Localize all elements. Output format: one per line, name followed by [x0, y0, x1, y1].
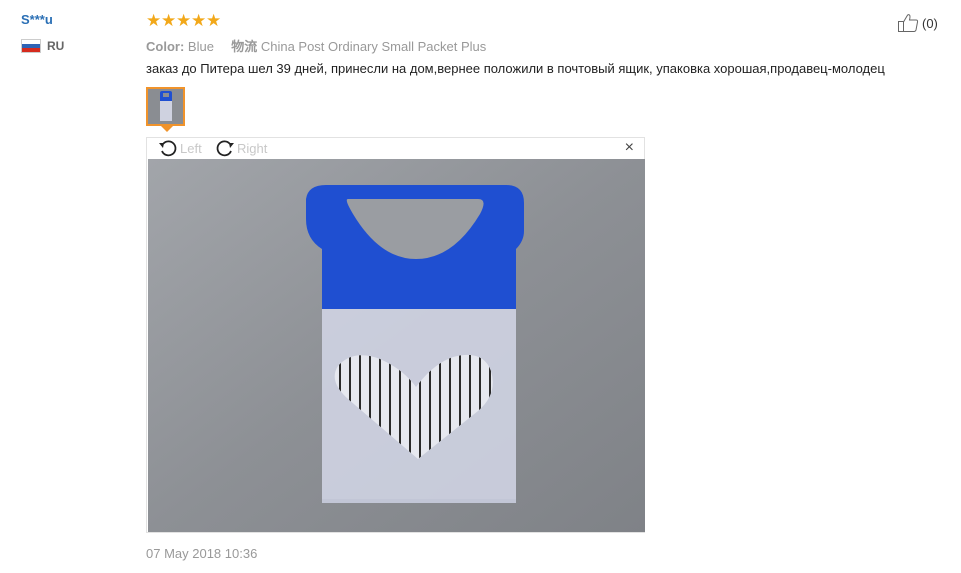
reviewer-info: S***u RU	[21, 12, 64, 53]
star-icon: ★	[176, 11, 192, 30]
star-icon: ★	[161, 11, 177, 30]
order-meta: Color: Blue 物流 China Post Ordinary Small…	[146, 36, 486, 55]
color-label: Color:	[146, 39, 185, 54]
rotate-right-button[interactable]: Right	[214, 138, 267, 158]
reviewer-country: RU	[21, 39, 64, 53]
reviewer-name[interactable]: S***u	[21, 12, 53, 27]
rotate-left-icon[interactable]	[157, 138, 179, 158]
star-rating: ★ ★ ★ ★ ★	[146, 12, 221, 29]
review-photo-thumbnail[interactable]	[146, 87, 185, 126]
shipping-value: China Post Ordinary Small Packet Plus	[260, 39, 487, 54]
star-icon: ★	[146, 11, 162, 30]
review-text: заказ до Питера шел 39 дней, принесли на…	[146, 61, 885, 76]
review-photo	[148, 159, 645, 532]
thumbnail-pointer	[161, 126, 173, 132]
close-icon[interactable]: ×	[625, 140, 634, 156]
review-date: 07 May 2018 10:36	[146, 546, 258, 561]
rotate-left-button[interactable]: Left	[157, 138, 202, 158]
helpful-count: (0)	[922, 15, 938, 31]
thumbs-up-icon[interactable]	[897, 13, 919, 33]
onion-holder-photo	[148, 159, 645, 532]
russia-flag-icon	[21, 39, 41, 53]
rotate-right-label[interactable]: Right	[237, 141, 267, 156]
star-icon: ★	[206, 11, 222, 30]
viewer-toolbar: Left Right ×	[147, 138, 644, 158]
thumbnail-image[interactable]	[148, 89, 183, 124]
color-value: Blue	[187, 39, 214, 54]
rotate-right-icon[interactable]	[214, 138, 236, 158]
photo-viewer: Left Right ×	[146, 137, 645, 533]
country-code: RU	[47, 39, 65, 53]
helpful-button[interactable]: (0)	[897, 13, 938, 33]
shipping-label: 物流	[231, 39, 258, 54]
star-icon: ★	[191, 11, 207, 30]
rotate-left-label[interactable]: Left	[180, 141, 202, 156]
